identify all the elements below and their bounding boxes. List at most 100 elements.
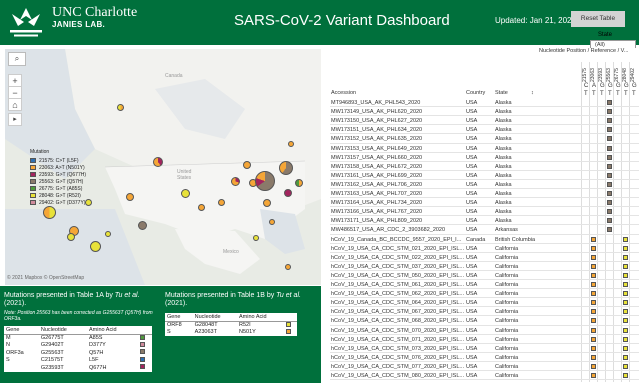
samples-table[interactable]: Nucleotide Position / Reference / V... 2… [330,48,639,383]
map-pie-marker[interactable] [269,219,275,225]
map-pie-marker[interactable] [138,221,147,230]
sample-row[interactable]: hCoV_19_USA_CA_CDC_STM_067_2020_EPI_ISL.… [330,308,639,317]
position-header[interactable]: 28048 [622,68,628,82]
legend-item[interactable]: 28048: G>T (R52I) [30,192,86,199]
position-header[interactable]: 21575 [582,68,588,82]
map-search-button[interactable]: ⌕ [8,52,26,66]
map-pie-marker[interactable] [117,104,124,111]
home-button[interactable]: ⌂ [8,98,22,111]
legend-item[interactable]: 26775: G>T (A85S) [30,185,86,192]
sample-row[interactable]: hCoV_19_USA_CA_CDC_STM_071_2020_EPI_ISL.… [330,336,639,344]
map-pie-marker[interactable] [243,161,251,169]
play-button[interactable]: ▸ [8,113,22,126]
map-pie-marker[interactable] [284,189,292,197]
col-gene[interactable]: Gene [165,313,193,322]
sample-row[interactable]: hCoV_19_USA_CA_CDC_STM_073_2020_EPI_ISL.… [330,345,639,353]
map-pie-marker[interactable] [218,199,225,206]
col-nucleotide[interactable]: Nucleotide [192,313,238,322]
sample-row[interactable]: MW173149_USA_AK_PHL620_2020 USA Alaska [330,108,639,117]
sample-row[interactable]: MW173150_USA_AK_PHL627_2020 USA Alaska [330,117,639,126]
sample-row[interactable]: MW173153_USA_AK_PHL649_2020 USA Alaska [330,145,639,153]
sample-row[interactable]: hCoV_19_USA_CA_CDC_STM_068_2020_EPI_ISL.… [330,317,639,326]
legend-item[interactable]: 25563: G>T (Q57H) [30,178,86,185]
map-label-united-states: United States [177,169,192,181]
sample-row[interactable]: hCoV_19_USA_CA_CDC_STM_061_2020_EPI_ISL.… [330,281,639,290]
map-pie-marker[interactable] [295,179,303,187]
mutation-row[interactable]: ORF3a G25563T Q57H [4,349,152,357]
sample-row[interactable]: hCoV_19_USA_CA_CDC_STM_076_2020_EPI_ISL.… [330,354,639,362]
state-header[interactable]: State [495,90,508,96]
map-pie-marker[interactable] [263,199,271,207]
mutation-row[interactable]: ORF8 G28048T R52I [165,321,297,329]
map-pie-marker[interactable] [126,193,134,201]
map-pie-marker[interactable] [181,189,190,198]
mutation-row[interactable]: M G26775T A85S [4,334,152,342]
mutation-row[interactable]: S A23063T N501Y [165,328,297,337]
legend-item[interactable]: 23593: G>T (Q677H) [30,171,86,178]
table-1b-title-text: Mutations presented in Table 1B by [165,292,277,299]
reset-table-button[interactable]: Reset Table [571,11,625,27]
map-pie-marker[interactable] [43,206,56,219]
legend-item[interactable]: 23063: A>T (N501Y) [30,164,86,171]
col-amino-acid[interactable]: Amino Acid [86,326,138,335]
color-cell [138,334,152,342]
mutation-mark [623,309,628,315]
sample-row[interactable]: MW486517_USA_AR_CDC_2_3903682_2020 USA Ark… [330,226,639,235]
sample-row[interactable]: MW173161_USA_AK_PHL699_2020 USA Alaska [330,172,639,180]
country-header[interactable]: Country [466,90,485,96]
sort-icon[interactable]: ↕ [531,90,534,96]
sample-row[interactable]: hCoV_19_USA_CA_CDC_STM_022_2020_EPI_ISL.… [330,254,639,262]
map-pie-marker[interactable] [90,241,101,252]
position-header[interactable]: 23593 [598,68,604,82]
sample-row[interactable]: MW173152_USA_AK_PHL635_2020 USA Alaska [330,135,639,144]
accession-header[interactable]: Accession [331,90,356,96]
map-pie-marker[interactable] [255,171,275,191]
position-header[interactable]: 29402 [630,68,636,82]
map-pie-marker[interactable] [253,235,259,241]
sample-row[interactable]: hCoV_19_USA_CA_CDC_STM_070_2020_EPI_ISL.… [330,327,639,335]
legend-item[interactable]: 21575: C>T (L5F) [30,157,86,164]
map-pie-marker[interactable] [105,231,111,237]
position-header[interactable]: 23063 [590,68,596,82]
mutation-row[interactable]: G23593T Q677H [4,364,152,372]
position-header[interactable]: 26775 [614,68,620,82]
sample-row[interactable]: MW173164_USA_AK_PHL734_2020 USA Alaska [330,199,639,208]
sample-row[interactable]: hCoV_19_USA_CA_CDC_STM_080_2020_EPI_ISL.… [330,372,639,381]
map-pie-marker[interactable] [231,177,240,186]
map-pie-marker[interactable] [285,264,291,270]
legend-label: 23063: A>T (N501Y) [39,164,85,171]
col-amino-acid[interactable]: Amino Acid [237,313,284,322]
sample-row[interactable]: MW173163_USA_AK_PHL707_2020 USA Alaska [330,190,639,199]
sample-row[interactable]: MW173158_USA_AK_PHL672_2020 USA Alaska [330,163,639,171]
map-pie-marker[interactable] [288,141,294,147]
sample-row[interactable]: hCoV_19_USA_CA_CDC_STM_021_2020_EPI_ISL.… [330,245,639,253]
position-header[interactable]: 25563 [606,68,612,82]
sample-row[interactable]: hCoV_19_Canada_BC_BCCDC_9557_2020_EPI_I.… [330,236,639,244]
col-nucleotide[interactable]: Nucleotide [38,326,87,335]
map-pie-marker[interactable] [85,199,92,206]
sample-row[interactable]: MW173166_USA_AK_PHL767_2020 USA Alaska [330,208,639,217]
map-pie-marker[interactable] [198,204,205,211]
mutation-mark [591,236,596,242]
sample-row[interactable]: hCoV_19_USA_CA_CDC_STM_077_2020_EPI_ISL.… [330,363,639,372]
variant-map[interactable]: ⌕ + − ⌂ ▸ Canada United States Mexico Mu… [5,49,321,285]
sample-row[interactable]: MW173157_USA_AK_PHL660_2020 USA Alaska [330,154,639,162]
sample-row[interactable]: hCoV_19_USA_CA_CDC_STM_062_2020_EPI_ISL.… [330,290,639,299]
map-pie-marker[interactable] [67,233,75,241]
reference-base: G [624,83,629,89]
legend-item[interactable]: 29402: G>T (D377Y) [30,199,86,206]
sample-row[interactable]: MW173151_USA_AK_PHL634_2020 USA Alaska [330,126,639,135]
sample-row[interactable]: hCoV_19_USA_CA_CDC_STM_064_2020_EPI_ISL.… [330,299,639,308]
state-cell: Alaska [495,172,512,179]
sample-row[interactable]: hCoV_19_USA_CA_CDC_STM_037_2020_EPI_ISL.… [330,263,639,271]
mutation-row[interactable]: S C21575T L5F [4,356,152,365]
map-pie-marker[interactable] [279,161,293,175]
sample-row[interactable]: hCoV_19_USA_CA_CDC_STM_050_2020_EPI_ISL.… [330,272,639,281]
sample-row[interactable]: MW173162_USA_AK_PHL706_2020 USA Alaska [330,181,639,190]
map-pie-marker[interactable] [153,157,163,167]
sample-row[interactable]: MT946893_USA_AK_PHL543_2020 USA Alaska [330,99,639,108]
sample-row[interactable]: MW173171_USA_AK_PHL809_2020 USA Alaska [330,217,639,226]
mutation-row[interactable]: N G29402T D377Y [4,341,152,350]
map-copyright[interactable]: © 2021 Mapbox © OpenStreetMap [7,275,84,281]
col-gene[interactable]: Gene [4,326,39,335]
